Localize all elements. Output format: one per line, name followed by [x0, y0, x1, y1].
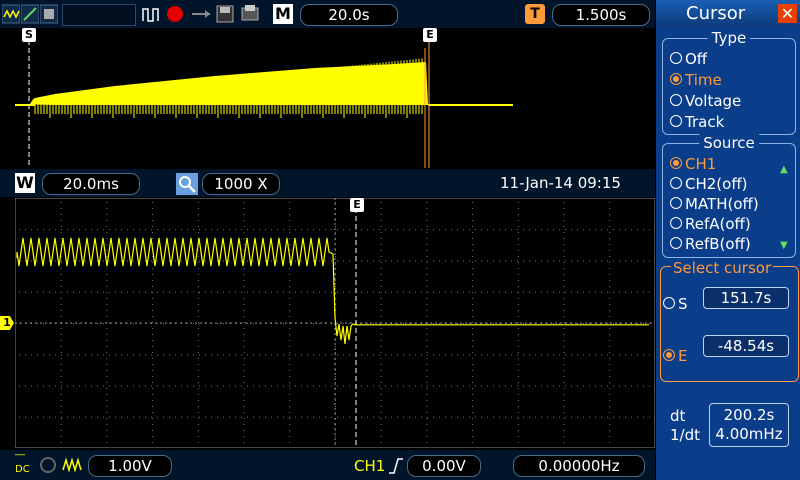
radio-icon [670, 115, 682, 127]
probe-icon [62, 457, 82, 473]
cursor-s-option[interactable]: S [663, 295, 688, 313]
type-option-time[interactable]: Time [670, 71, 722, 89]
zoom-factor[interactable]: 1000 X [202, 173, 280, 195]
window-bar: W 20.0ms 1000 X 11-Jan-14 09:15 [0, 169, 655, 197]
trigger-position-icon: T [525, 4, 545, 24]
trigger-source: CH1 [354, 457, 386, 475]
timebase-value[interactable]: 20.0s [300, 4, 398, 26]
dt-label: dt [670, 407, 686, 425]
usb-icon [192, 10, 210, 18]
radio-icon [670, 197, 682, 209]
vector-mode-icon[interactable] [21, 3, 39, 25]
scroll-up-icon[interactable]: ▲ [780, 164, 788, 175]
select-cursor-section: Select cursor S 151.7s E -48.54s [660, 259, 799, 382]
close-icon[interactable]: ✕ [778, 4, 797, 23]
inv-dt-label: 1/dt [670, 426, 700, 444]
frequency-readout: 0.00000Hz [513, 455, 645, 477]
source-section: Source CH1 CH2(off) MATH(off) RefA(off) … [662, 134, 796, 258]
radio-icon [670, 177, 682, 189]
radio-icon [670, 217, 682, 229]
source-section-label: Source [699, 134, 759, 152]
print-icon[interactable] [240, 3, 260, 25]
timebase-mode-label: M [273, 4, 293, 24]
cursor-e-option[interactable]: E [663, 347, 687, 365]
scroll-down-icon[interactable]: ▼ [780, 240, 788, 251]
cursor-menu: Cursor ✕ Type Off Time Voltage Track Sou… [656, 0, 800, 480]
start-marker[interactable]: S [22, 28, 36, 42]
trigger-level[interactable]: 0.00V [407, 455, 481, 477]
cursor-e-value[interactable]: -48.54s [703, 335, 789, 357]
memory-overview [15, 28, 655, 168]
dt-value: 200.2s [723, 406, 775, 424]
radio-selected-icon [670, 157, 682, 169]
ch1-ground-marker[interactable]: 1 [0, 316, 14, 330]
inv-dt-value: 4.00mHz [715, 425, 783, 443]
zoom-magnifier-icon [176, 173, 198, 195]
radio-selected-icon [670, 73, 682, 85]
type-option-track[interactable]: Track [670, 113, 724, 131]
source-option-math[interactable]: MATH(off) [670, 195, 759, 213]
type-section-label: Type [707, 29, 751, 47]
menu-header: Cursor ✕ [656, 0, 800, 27]
delta-readout-box: 200.2s 4.00mHz [709, 403, 789, 447]
top-toolbar: M 20.0s T 1.500s [0, 0, 655, 28]
window-timebase[interactable]: 20.0ms [42, 173, 140, 195]
date-time: 11-Jan-14 09:15 [500, 174, 621, 192]
radio-selected-icon [663, 349, 675, 361]
bandwidth-limit-icon [40, 457, 56, 473]
select-cursor-label: Select cursor [671, 259, 774, 277]
radio-icon [670, 52, 682, 64]
waveform-mode-icon[interactable] [2, 3, 20, 25]
ch1-scale[interactable]: 1.00V [88, 455, 172, 477]
menu-title: Cursor [686, 3, 746, 24]
save-icon[interactable] [215, 3, 235, 25]
end-marker[interactable]: E [423, 28, 437, 42]
source-option-ch1[interactable]: CH1 [670, 155, 716, 173]
radio-icon [670, 94, 682, 106]
type-option-voltage[interactable]: Voltage [670, 92, 741, 110]
waveform-display [15, 198, 655, 448]
dc-coupling-icon: ‾‾ DC [15, 454, 30, 475]
status-field [62, 4, 136, 26]
run-stop-icon[interactable] [142, 3, 162, 25]
record-icon[interactable] [165, 3, 185, 25]
radio-icon [670, 237, 682, 249]
window-label: W [15, 173, 35, 193]
cursor-e-marker[interactable]: E [350, 198, 364, 212]
type-section: Type Off Time Voltage Track [662, 29, 796, 135]
cursor-s-value[interactable]: 151.7s [703, 287, 789, 309]
type-option-off[interactable]: Off [670, 50, 707, 68]
trigger-delay-value[interactable]: 1.500s [552, 4, 650, 26]
radio-icon [663, 297, 675, 309]
source-option-refa[interactable]: RefA(off) [670, 215, 751, 233]
source-option-ch2[interactable]: CH2(off) [670, 175, 748, 193]
persist-mode-icon[interactable] [40, 3, 58, 25]
status-bar: ‾‾ DC 1.00V CH1 0.00V 0.00000Hz [0, 450, 655, 480]
source-option-refb[interactable]: RefB(off) [670, 235, 751, 253]
rising-edge-icon [389, 458, 403, 474]
